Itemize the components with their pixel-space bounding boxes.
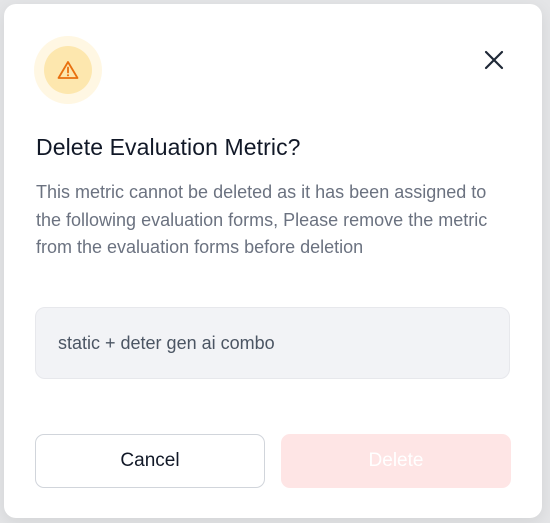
assigned-forms-list: static + deter gen ai combo	[35, 307, 510, 379]
warning-triangle-icon	[57, 61, 79, 79]
delete-metric-dialog: Delete Evaluation Metric? This metric ca…	[4, 4, 542, 518]
warning-icon-badge	[34, 36, 102, 104]
dialog-title: Delete Evaluation Metric?	[36, 134, 301, 160]
close-button[interactable]	[478, 44, 510, 76]
dialog-description: This metric cannot be deleted as it has …	[36, 182, 488, 257]
delete-button[interactable]: Delete	[281, 434, 511, 488]
assigned-form-item: static + deter gen ai combo	[58, 332, 275, 353]
close-icon	[484, 50, 504, 70]
cancel-button[interactable]: Cancel	[35, 434, 265, 488]
